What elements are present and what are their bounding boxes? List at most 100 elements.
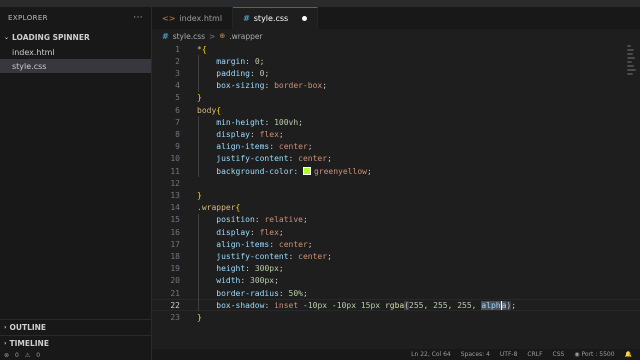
semicolon: ; [259,56,265,66]
colon: : [288,154,299,164]
line-number: 19 [170,264,180,274]
colon: : [278,288,289,298]
bell-icon[interactable]: 🔔 [625,351,632,358]
code-text: } [197,313,202,322]
line-ending[interactable]: CRLF [527,351,542,358]
code-text: height: 300px; [197,264,283,273]
code-text: min-height: 100vh; [197,118,303,127]
code-text: box-shadow: inset -10px -10px 15px rgba(… [197,300,517,310]
line-number: 18 [170,251,180,261]
css-value: center [278,239,308,249]
semicolon: ; [307,142,313,152]
code-line[interactable]: 11 background-color: greenyellow; [152,165,640,177]
line-number: 3 [175,68,180,78]
line-number: 6 [175,105,180,115]
code-text: } [197,93,202,102]
code-line[interactable]: 7 min-height: 100vh; [152,116,640,128]
outline-section[interactable]: › OUTLINE [0,319,151,335]
code-line[interactable]: 15 position: relative; [152,214,640,226]
unsaved-dot-icon[interactable] [302,16,308,21]
chevron-right-icon: › [4,324,7,331]
code-line[interactable]: 6 body{ [152,104,640,116]
broadcast-icon: ◉ [574,351,582,358]
code-text: margin: 0; [197,57,264,66]
minimap-row [627,45,631,47]
code-line[interactable]: 21 border-radius: 50%; [152,287,640,299]
minimap[interactable] [624,43,640,113]
tab-style-css[interactable]: # style.css [233,7,319,29]
code-text: position: relative; [197,215,308,224]
colon: : [264,117,275,127]
folder-loading-spinner[interactable]: ⌄ LOADING SPINNER [0,29,151,45]
line-number: 12 [170,178,180,188]
semicolon: ; [511,300,517,310]
timeline-section[interactable]: › TIMELINE [0,335,151,351]
code-line[interactable]: 20 width: 300px; [152,275,640,287]
chevron-down-icon: ⌄ [4,33,10,41]
live-server-port[interactable]: ◉ Port : 5500 [574,351,614,358]
line-number: 4 [175,81,180,91]
color-swatch-icon[interactable] [302,167,311,176]
code-line[interactable]: 12 [152,177,640,189]
line-number: 8 [175,129,180,139]
indentation[interactable]: Spaces: 4 [461,351,490,358]
semicolon: ; [307,239,313,249]
code-text: padding: 0; [197,69,269,78]
title-bar [0,0,640,7]
code-line[interactable]: 18 justify-content: center; [152,250,640,262]
semicolon: ; [366,166,372,176]
problems-status[interactable]: ⊗ 0 ⚠ 0 [0,351,155,360]
comma: , [471,300,482,310]
semicolon: ; [302,288,308,298]
css-value: flex [259,227,279,237]
code-line[interactable]: 2 margin: 0; [152,55,640,67]
error-count: 0 [15,352,19,359]
code-line[interactable]: 8 display: flex; [152,128,640,140]
file-label: style.css [12,61,47,71]
code-line[interactable]: 1 *{ [152,43,640,55]
css-value: relative [264,215,303,225]
language-mode[interactable]: CSS [553,351,565,358]
code-line[interactable]: 16 display: flex; [152,226,640,238]
code-text: border-radius: 50%; [197,289,308,298]
css-property: border-radius [216,288,279,298]
code-text: *{ [197,45,207,54]
tab-index-html[interactable]: <> index.html [152,7,234,29]
code-line[interactable]: 3 padding: 0; [152,67,640,79]
line-number: 17 [170,239,180,249]
code-line[interactable]: 5} [152,92,640,104]
css-property: display [216,227,250,237]
code-line[interactable]: 22 box-shadow: inset -10px -10px 15px rg… [152,299,640,311]
cursor-position[interactable]: Ln 22, Col 64 [411,351,451,358]
file-item-index-html[interactable]: index.html [0,45,151,59]
file-label: index.html [12,47,55,57]
breadcrumb: # style.css > ⊕ .wrapper [152,29,640,43]
warning-count: 0 [36,352,41,359]
folder-label: LOADING SPINNER [12,32,90,42]
code-line[interactable]: 14 .wrapper{ [152,202,640,214]
code-line[interactable]: 23} [152,311,640,323]
css-argument: alph [481,300,501,310]
code-line[interactable]: 19 height: 300px; [152,263,640,275]
comma: , [447,300,458,310]
code-line[interactable]: 4 box-sizing: border-box; [152,80,640,92]
brace: } [197,93,202,103]
breadcrumb-file[interactable]: style.css [173,32,205,41]
code-line[interactable]: 13} [152,189,640,201]
code-line[interactable]: 9 align-items: center; [152,141,640,153]
css-property: background-color [216,166,294,176]
file-item-style-css[interactable]: style.css [0,59,151,73]
brace: } [197,312,202,322]
code-editor[interactable]: 1 *{2 margin: 0; 3 padding: 0; 4 box-sizing… [152,43,640,349]
breadcrumb-symbol[interactable]: .wrapper [229,32,262,41]
semicolon: ; [278,227,284,237]
code-line[interactable]: 10 justify-content: center; [152,153,640,165]
line-number: 20 [170,276,180,286]
css-value: 100vh [274,117,299,127]
line-number: 21 [170,288,180,298]
css-function: rgba [384,300,405,310]
ellipsis-icon[interactable]: ··· [133,13,143,23]
code-line[interactable]: 17 align-items: center; [152,238,640,250]
minimap-row [627,73,633,75]
encoding[interactable]: UTF-8 [500,351,518,358]
